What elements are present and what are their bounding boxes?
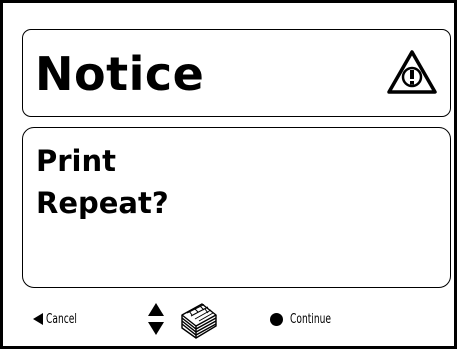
dialog-title: Notice (35, 47, 205, 101)
continue-label: Continue (290, 311, 332, 327)
message-line-repeat: Repeat? (36, 186, 169, 220)
warning-icon (387, 50, 437, 94)
filled-circle-icon (270, 312, 283, 326)
message-panel: Print Repeat? (22, 127, 451, 288)
left-arrow-icon (33, 313, 43, 325)
message-line-print: Print (36, 144, 117, 178)
softkey-bar: Cancel Continue (3, 293, 457, 352)
up-down-arrows-icon[interactable] (146, 302, 166, 336)
paper-stack-icon (181, 303, 217, 339)
cancel-button[interactable]: Cancel (33, 308, 86, 330)
title-panel: Notice (22, 29, 451, 117)
cancel-label: Cancel (46, 311, 77, 327)
lcd-screen: Notice Print Repeat? Cancel Continue (0, 0, 457, 349)
continue-button[interactable]: Continue (270, 308, 343, 330)
